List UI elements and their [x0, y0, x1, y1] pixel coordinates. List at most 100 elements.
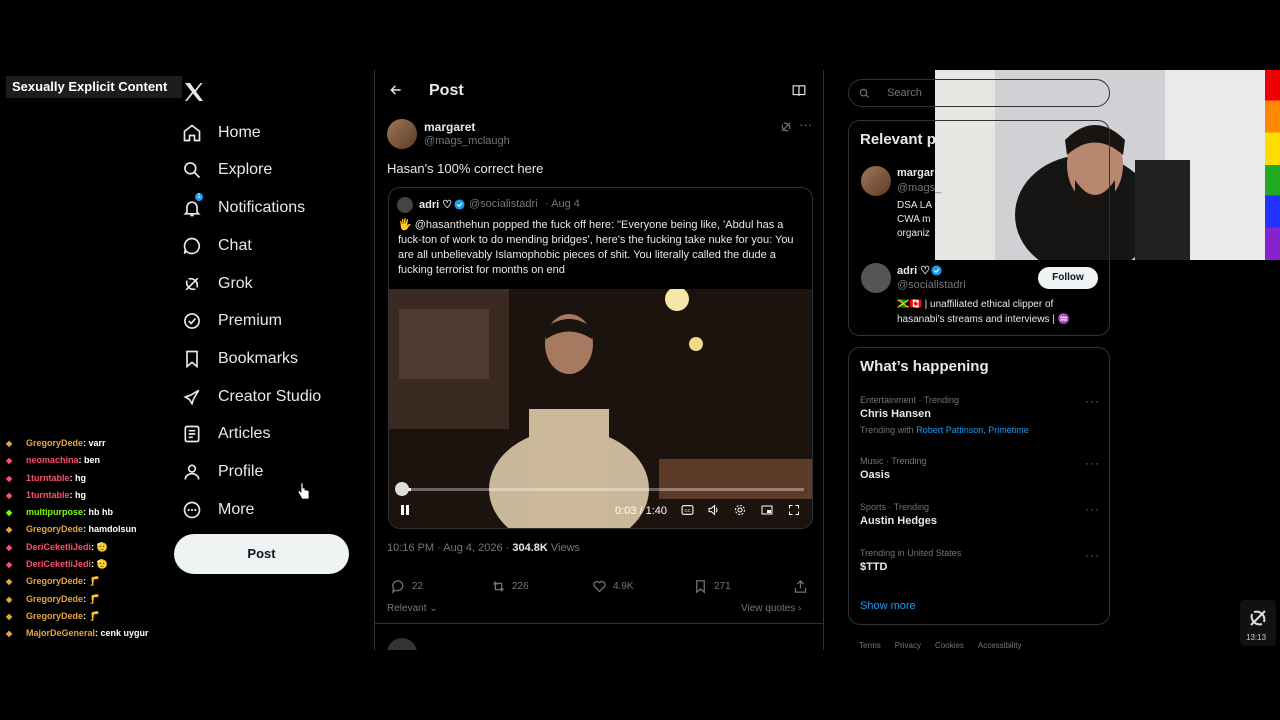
follow-button[interactable]: Follow	[1038, 267, 1098, 289]
chat-username[interactable]: GregoryDede	[26, 438, 83, 448]
video-progress-bar[interactable]	[399, 488, 804, 491]
like-button[interactable]: 4.9K	[592, 579, 634, 594]
chat-badge-icon: ◆	[6, 629, 13, 639]
repost-count: 226	[512, 581, 529, 592]
trend-item[interactable]: Trending in United States $TTD	[860, 548, 961, 573]
person-handle[interactable]: @socialistadri	[897, 279, 966, 291]
search-input[interactable]: Search	[887, 87, 922, 99]
chat-message: ◆ DeriCeketliJedi: 🫡	[6, 542, 176, 559]
volume-icon[interactable]	[707, 504, 721, 516]
trend-more-icon[interactable]: ···	[1085, 548, 1100, 562]
chat-username[interactable]: DeriCeketliJedi	[26, 559, 91, 569]
trend-more-icon[interactable]: ···	[1085, 394, 1100, 408]
captions-icon[interactable]: CC	[681, 504, 694, 516]
footer-cookies[interactable]: Cookies	[935, 641, 964, 650]
chat-username[interactable]: GregoryDede	[26, 524, 83, 534]
repost-button[interactable]: 226	[491, 579, 529, 594]
person-handle[interactable]: @mags_	[897, 182, 941, 194]
footer-accessibility[interactable]: Accessibility	[978, 641, 1022, 650]
chat-username[interactable]: 1turntable	[26, 490, 70, 500]
video-player[interactable]: 0:03 / 1:40 CC	[389, 287, 812, 528]
search-bar[interactable]: Search	[848, 79, 1110, 107]
chat-icon	[183, 237, 201, 255]
trend-more-icon[interactable]: ···	[1085, 456, 1100, 470]
bookmark-count: 271	[714, 581, 731, 592]
nav-explore[interactable]: Explore	[182, 152, 272, 188]
x-logo-icon[interactable]	[182, 80, 206, 104]
post-metadata: 10:16 PM · Aug 4, 2026 · 304.8K Views	[387, 542, 580, 554]
nav-premium[interactable]: Premium	[182, 303, 282, 339]
nav-more[interactable]: More	[182, 492, 254, 528]
nav-profile[interactable]: Profile	[182, 454, 263, 490]
nav-grok[interactable]: Grok	[182, 266, 253, 302]
view-quotes-link[interactable]: View quotes ›	[741, 603, 801, 614]
verified-icon	[454, 199, 465, 210]
reply-button[interactable]: 22	[391, 579, 423, 594]
post-timestamp: 10:16 PM · Aug 4, 2026 ·	[387, 542, 513, 554]
repost-icon	[493, 581, 504, 592]
grok-icon	[185, 277, 199, 291]
grok-icon[interactable]	[779, 120, 793, 134]
chat-message: ◆ GregoryDede: varr	[6, 438, 176, 455]
quote-author-name[interactable]: adri ♡	[419, 198, 452, 211]
chat-username[interactable]: neomachina	[26, 455, 79, 465]
trend-category: Trending in United States	[860, 548, 962, 558]
chat-badge-icon: ◆	[6, 508, 13, 518]
settings-gear-icon[interactable]	[734, 504, 746, 516]
relevant-people-panel: Relevant p margar @mags_ DSA LA CWA m or…	[848, 120, 1110, 336]
person-avatar[interactable]	[861, 263, 891, 293]
author-avatar[interactable]	[387, 119, 417, 149]
chat-username[interactable]: DeriCeketliJedi	[26, 542, 91, 552]
trend-item[interactable]: Sports · Trending Austin Hedges	[860, 502, 937, 527]
picture-in-picture-icon[interactable]	[761, 504, 773, 516]
trend-with-links[interactable]: Robert Pattinson, Primetime	[916, 425, 1029, 435]
chat-text: varr	[88, 438, 106, 448]
nav-notifications[interactable]: 1 Notifications	[182, 190, 305, 226]
chat-message: ◆ neomachina: ben	[6, 455, 176, 472]
nav-bookmarks[interactable]: Bookmarks	[182, 341, 298, 377]
chat-username[interactable]: 1turntable	[26, 473, 70, 483]
chat-username[interactable]: GregoryDede	[26, 611, 83, 621]
chat-username[interactable]: GregoryDede	[26, 594, 83, 604]
nav-articles[interactable]: Articles	[182, 416, 270, 452]
pause-icon[interactable]	[400, 504, 410, 516]
post-button[interactable]: Post	[174, 534, 349, 574]
author-name[interactable]: margaret	[424, 120, 475, 134]
video-scrubber[interactable]	[395, 482, 409, 496]
person-bio: DSA LA CWA m organiz	[897, 200, 933, 239]
quoted-tweet[interactable]: adri ♡ @socialistadri · Aug 4 🖐 @hasanth…	[388, 187, 813, 529]
trend-item[interactable]: Entertainment · Trending Chris Hansen Tr…	[860, 395, 1100, 435]
sort-dropdown[interactable]: Relevant ⌄	[387, 603, 438, 614]
show-more-link[interactable]: Show more	[860, 600, 916, 612]
author-handle[interactable]: @mags_mclaugh	[424, 135, 510, 147]
chat-username[interactable]: multipurpose	[26, 507, 83, 517]
nav-creator-studio[interactable]: Creator Studio	[182, 379, 321, 415]
chat-username[interactable]: MajorDeGeneral	[26, 628, 95, 638]
nav-chat[interactable]: Chat	[182, 228, 252, 264]
quote-avatar[interactable]	[397, 197, 413, 213]
chat-message: ◆ 1turntable: hg	[6, 473, 176, 490]
chat-text: 🦵	[88, 576, 100, 587]
more-options-icon[interactable]: ···	[799, 117, 812, 132]
back-arrow-icon[interactable]	[389, 83, 403, 97]
views-label: Views	[547, 542, 581, 554]
footer-terms[interactable]: Terms	[859, 641, 881, 650]
trend-item[interactable]: Music · Trending Oasis	[860, 456, 927, 481]
trend-more-icon[interactable]: ···	[1085, 502, 1100, 516]
share-icon[interactable]	[793, 579, 808, 594]
sort-label: Relevant	[387, 603, 427, 614]
reader-icon[interactable]	[792, 84, 806, 97]
person-name[interactable]: margar	[897, 167, 934, 179]
rocket-icon	[183, 389, 200, 406]
nav-grok-label: Grok	[218, 275, 253, 292]
person-name[interactable]: adri ♡	[897, 264, 930, 277]
bookmark-button[interactable]: 271	[693, 579, 731, 594]
chat-username[interactable]: GregoryDede	[26, 576, 83, 586]
footer-privacy[interactable]: Privacy	[895, 641, 921, 650]
views-count: 304.8K	[512, 542, 548, 554]
person-avatar[interactable]	[861, 166, 891, 196]
quote-author-handle[interactable]: @socialistadri	[469, 198, 538, 210]
fullscreen-icon[interactable]	[788, 504, 800, 516]
bookmark-icon	[186, 350, 198, 369]
nav-home[interactable]: Home	[182, 115, 261, 151]
